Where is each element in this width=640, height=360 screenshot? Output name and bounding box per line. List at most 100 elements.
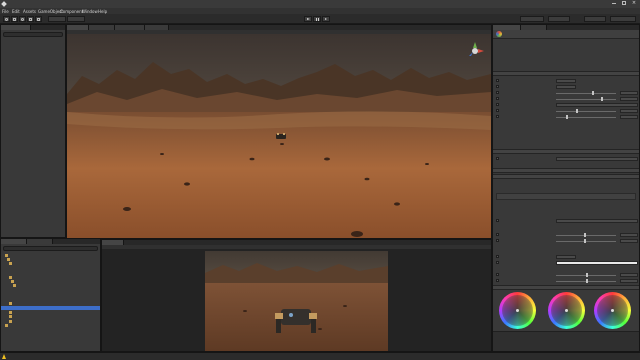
play-button[interactable] bbox=[304, 16, 312, 22]
project-row[interactable] bbox=[5, 253, 99, 257]
color-wheel-icon[interactable] bbox=[594, 292, 631, 329]
project-row[interactable] bbox=[11, 266, 99, 270]
color-wheel-icon[interactable] bbox=[548, 292, 585, 329]
section-header[interactable] bbox=[493, 71, 639, 76]
tab-project[interactable] bbox=[1, 239, 27, 244]
project-row[interactable] bbox=[9, 301, 99, 305]
row-slider-handle[interactable] bbox=[584, 239, 586, 243]
row-value-field[interactable] bbox=[620, 91, 638, 95]
row-value-field[interactable] bbox=[556, 219, 638, 223]
project-row[interactable] bbox=[11, 279, 99, 283]
section-header[interactable] bbox=[493, 285, 639, 290]
color-wheel-handle[interactable] bbox=[516, 309, 519, 312]
color-wheel-handle[interactable] bbox=[565, 309, 568, 312]
row-slider[interactable] bbox=[556, 240, 616, 242]
scale-tool-button[interactable] bbox=[27, 16, 34, 22]
row-value-field[interactable] bbox=[620, 279, 638, 283]
row-checkbox[interactable] bbox=[496, 157, 499, 160]
row-checkbox[interactable] bbox=[496, 103, 499, 106]
section-header[interactable] bbox=[493, 149, 639, 154]
project-row[interactable] bbox=[9, 262, 99, 266]
tab-console[interactable] bbox=[27, 239, 53, 244]
row-slider-handle[interactable] bbox=[576, 109, 578, 113]
project-row[interactable] bbox=[5, 337, 99, 341]
scene-viewport[interactable] bbox=[67, 34, 491, 238]
row-value-field[interactable] bbox=[620, 97, 638, 101]
hierarchy-search-input[interactable] bbox=[3, 32, 63, 37]
row-checkbox[interactable] bbox=[496, 91, 499, 94]
project-row[interactable] bbox=[5, 328, 99, 332]
status-bar[interactable] bbox=[0, 352, 640, 360]
row-checkbox[interactable] bbox=[496, 115, 499, 118]
project-row[interactable] bbox=[5, 345, 99, 349]
row-slider-handle[interactable] bbox=[584, 233, 586, 237]
window-close-button[interactable]: × bbox=[631, 1, 637, 6]
row-slider[interactable] bbox=[556, 116, 616, 118]
row-slider[interactable] bbox=[556, 234, 616, 236]
layout-dropdown[interactable] bbox=[610, 16, 636, 22]
row-value-field[interactable] bbox=[620, 273, 638, 277]
project-row[interactable] bbox=[5, 323, 99, 327]
row-checkbox[interactable] bbox=[496, 273, 499, 276]
rotate-tool-button[interactable] bbox=[19, 16, 26, 22]
section-header[interactable] bbox=[493, 168, 639, 173]
project-search-input[interactable] bbox=[3, 246, 98, 251]
row-value-field[interactable] bbox=[556, 103, 638, 107]
row-checkbox[interactable] bbox=[496, 233, 499, 236]
account-dropdown[interactable] bbox=[548, 16, 570, 22]
project-row[interactable] bbox=[15, 288, 99, 292]
row-checkbox[interactable] bbox=[496, 239, 499, 242]
row-slider[interactable] bbox=[556, 92, 616, 94]
row-checkbox[interactable] bbox=[496, 85, 499, 88]
row-checkbox[interactable] bbox=[496, 279, 499, 282]
project-row[interactable] bbox=[5, 341, 99, 345]
row-checkbox[interactable] bbox=[496, 255, 499, 258]
window-maximize-button[interactable] bbox=[622, 1, 626, 5]
step-button[interactable] bbox=[322, 16, 330, 22]
color-wheel-handle[interactable] bbox=[611, 309, 614, 312]
color-field[interactable] bbox=[556, 261, 638, 265]
project-row[interactable] bbox=[13, 284, 99, 288]
color-wheel-icon[interactable] bbox=[499, 292, 536, 329]
row-checkbox[interactable] bbox=[496, 261, 499, 264]
project-row[interactable] bbox=[7, 257, 99, 261]
row-value-field[interactable] bbox=[556, 157, 638, 161]
row-value-field[interactable] bbox=[556, 85, 576, 89]
section-header[interactable] bbox=[493, 174, 639, 179]
project-row[interactable] bbox=[5, 332, 99, 336]
pivot-toggle[interactable] bbox=[48, 16, 66, 22]
hand-tool-button[interactable] bbox=[3, 16, 10, 22]
row-value-field[interactable] bbox=[620, 233, 638, 237]
row-slider-handle[interactable] bbox=[566, 115, 568, 119]
tab-hierarchy[interactable] bbox=[1, 25, 31, 30]
collab-dropdown[interactable] bbox=[520, 16, 544, 22]
layers-dropdown[interactable] bbox=[584, 16, 606, 22]
project-row[interactable] bbox=[9, 319, 99, 323]
pause-button[interactable] bbox=[313, 16, 321, 22]
project-row[interactable] bbox=[9, 310, 99, 314]
project-row[interactable] bbox=[9, 275, 99, 279]
window-minimize-button[interactable] bbox=[612, 3, 616, 4]
project-row[interactable] bbox=[15, 293, 99, 297]
row-slider[interactable] bbox=[556, 98, 616, 100]
project-row[interactable] bbox=[9, 315, 99, 319]
scene-gizmo-icon[interactable] bbox=[465, 41, 485, 61]
row-slider-handle[interactable] bbox=[586, 279, 588, 283]
project-row-selected[interactable] bbox=[1, 305, 100, 310]
row-value-field[interactable] bbox=[620, 239, 638, 243]
project-row[interactable] bbox=[15, 297, 99, 301]
row-value-field[interactable] bbox=[620, 115, 638, 119]
row-value-field[interactable] bbox=[620, 109, 638, 113]
row-value-field[interactable] bbox=[556, 255, 576, 259]
row-checkbox[interactable] bbox=[496, 97, 499, 100]
move-tool-button[interactable] bbox=[11, 16, 18, 22]
row-checkbox[interactable] bbox=[496, 109, 499, 112]
row-slider-handle[interactable] bbox=[586, 273, 588, 277]
rect-tool-button[interactable] bbox=[35, 16, 42, 22]
game-viewport[interactable] bbox=[205, 251, 388, 351]
row-slider-handle[interactable] bbox=[592, 91, 594, 95]
row-checkbox[interactable] bbox=[496, 79, 499, 82]
row-slider[interactable] bbox=[556, 110, 616, 112]
local-toggle[interactable] bbox=[67, 16, 85, 22]
row-value-field[interactable] bbox=[556, 79, 576, 83]
